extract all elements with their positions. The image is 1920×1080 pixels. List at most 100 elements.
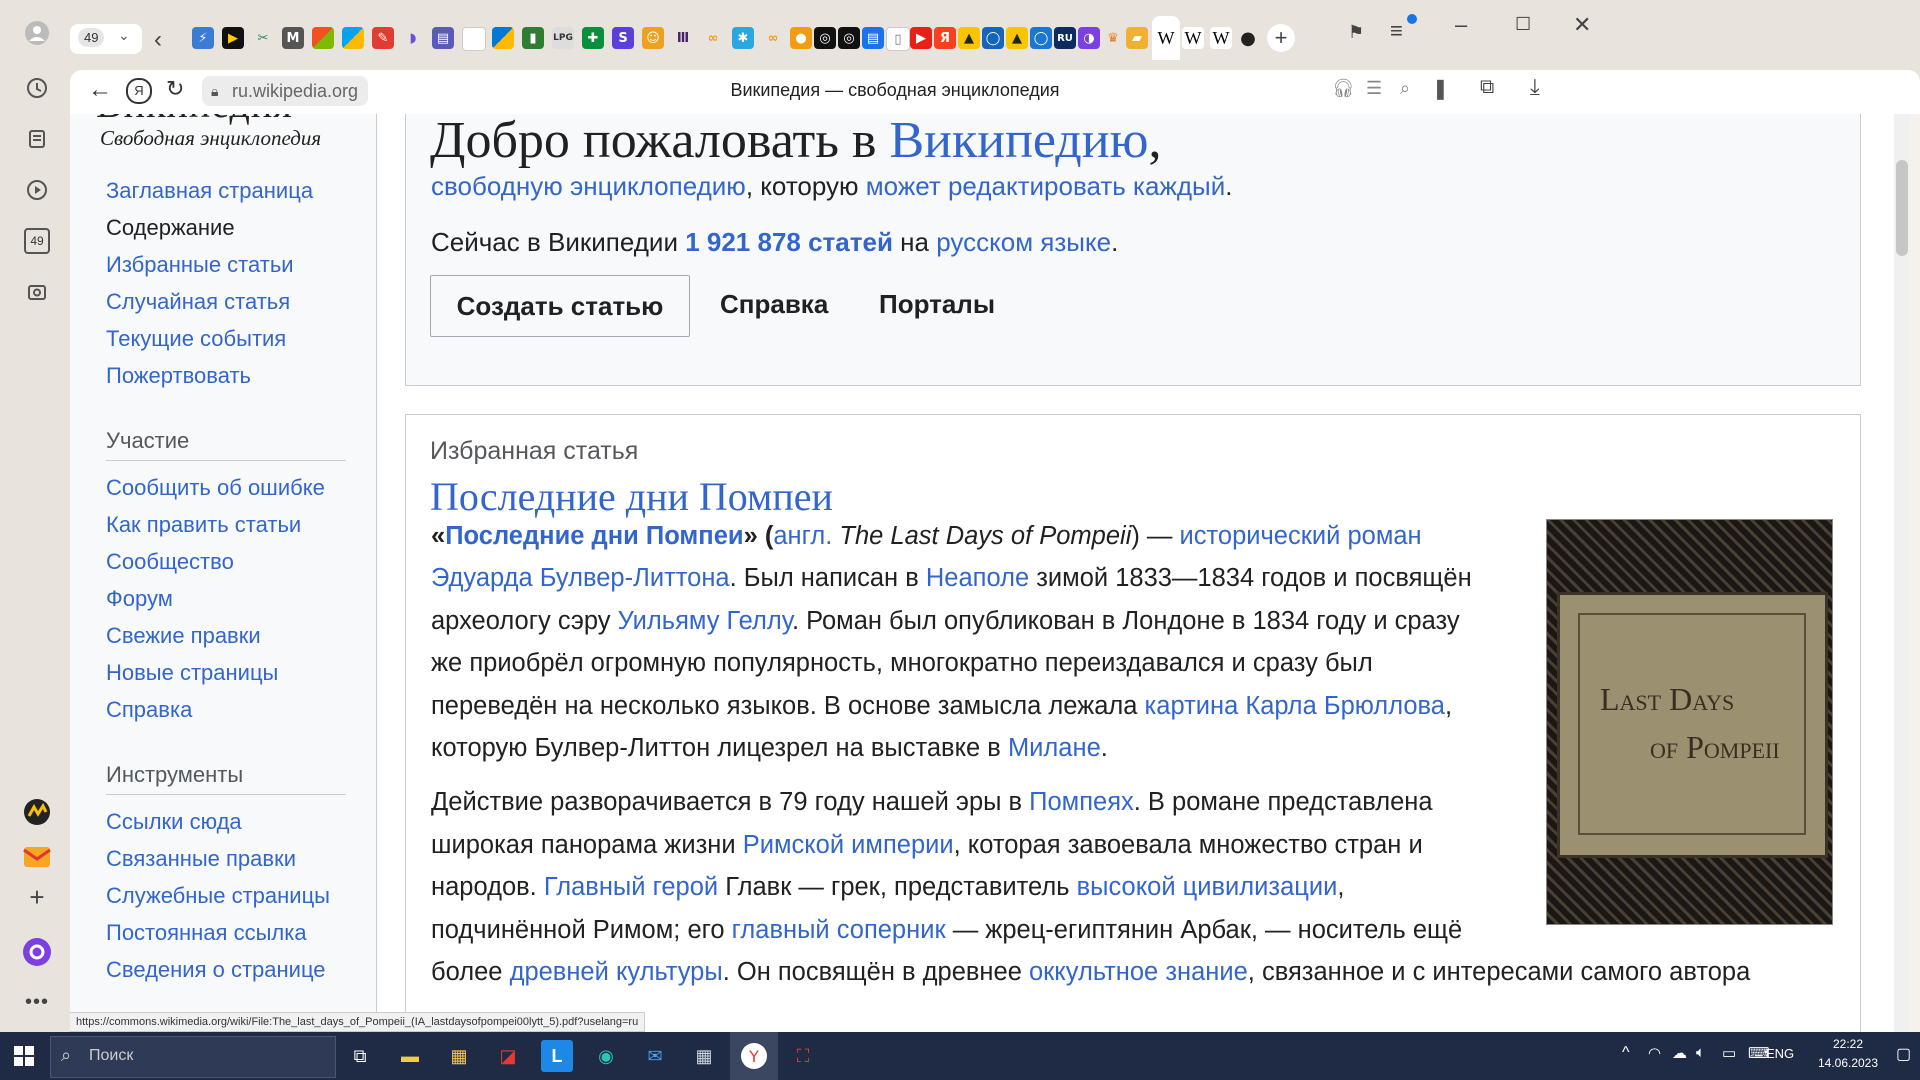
article-title-link[interactable]: Последние дни Помпеи <box>445 522 743 550</box>
history-icon[interactable] <box>22 73 52 103</box>
wikipedia-favicon[interactable]: W <box>1182 27 1204 49</box>
clock-time[interactable]: 22:22 <box>1808 1037 1888 1051</box>
tab-favicon[interactable]: ∞ <box>702 27 724 49</box>
tab-favicon[interactable] <box>312 27 334 49</box>
nav-contents[interactable]: Содержание <box>106 215 235 241</box>
featured-title-link[interactable]: Последние дни Помпеи <box>430 473 833 520</box>
russian-language-link[interactable]: русском языке <box>936 227 1111 257</box>
new-tab-button[interactable]: + <box>1267 24 1295 52</box>
nav-recent-changes[interactable]: Свежие правки <box>106 623 261 649</box>
wifi-icon[interactable]: ◠ <box>1648 1044 1661 1062</box>
tab-favicon[interactable]: ▮ <box>522 27 544 49</box>
tab-favicon[interactable]: M <box>282 27 304 49</box>
nav-report-error[interactable]: Сообщить об ошибке <box>106 475 325 501</box>
github-favicon[interactable]: ● <box>1237 27 1259 49</box>
bryullov-painting-link[interactable]: картина Карла Брюллова <box>1145 692 1445 720</box>
nav-forum[interactable]: Форум <box>106 586 173 612</box>
nav-current-events[interactable]: Текущие события <box>106 326 286 352</box>
download-icon[interactable]: ⤓ <box>1530 74 1540 100</box>
tab-favicon[interactable]: ◯ <box>1030 27 1052 49</box>
collections-icon[interactable] <box>22 124 52 154</box>
media-play-icon[interactable] <box>22 175 52 205</box>
scrollbar-thumb[interactable] <box>1896 160 1908 256</box>
english-link[interactable]: англ. <box>773 522 832 550</box>
calculator-icon[interactable]: ▦ <box>688 1040 720 1072</box>
store-icon[interactable]: ▦ <box>443 1040 475 1072</box>
maximize-icon[interactable]: ☐ <box>1515 14 1531 35</box>
tab-favicon[interactable]: LPG <box>552 27 574 49</box>
bookmark-icon[interactable]: ❚ <box>1432 76 1449 101</box>
mail-icon[interactable] <box>22 842 52 872</box>
tab-favicon[interactable]: ▤ <box>432 27 454 49</box>
wikipedia-favicon[interactable]: W <box>1155 27 1177 49</box>
tab-favicon[interactable]: ◎ <box>814 27 836 49</box>
tab-favicon[interactable]: ✚ <box>582 27 604 49</box>
wikipedia-favicon[interactable]: W <box>1210 27 1232 49</box>
nav-random[interactable]: Случайная статья <box>106 289 290 315</box>
author-link[interactable]: Эдуарда Булвер-Литтона <box>431 564 730 592</box>
nav-main-page[interactable]: Заглавная страница <box>106 178 313 204</box>
free-encyclopedia-link[interactable]: свободную энциклопедию <box>431 171 746 201</box>
add-panel-icon[interactable]: + <box>22 882 52 912</box>
tab-favicon[interactable]: ▲ <box>958 27 980 49</box>
tab-favicon[interactable]: ⚡ <box>192 27 214 49</box>
tab-favicon[interactable]: ▲ <box>1006 27 1028 49</box>
clock-date[interactable]: 14.06.2023 <box>1808 1056 1888 1070</box>
language-indicator[interactable]: ENG <box>1766 1046 1794 1061</box>
portals-button[interactable]: Порталы <box>879 289 995 320</box>
yandex-browser-icon[interactable]: Y <box>738 1040 770 1072</box>
notifications-icon[interactable]: ▢ <box>1896 1044 1911 1064</box>
historical-novel-link[interactable]: исторический роман <box>1180 522 1422 550</box>
tab-favicon[interactable]: ▶ <box>910 27 932 49</box>
bookmark-tab-icon[interactable]: ⚑ <box>1348 22 1364 43</box>
high-civilization-link[interactable]: высокой цивилизации <box>1077 873 1338 901</box>
tab-favicon[interactable] <box>462 27 486 51</box>
tab-counter-button[interactable]: 49 ⌄ <box>70 24 142 54</box>
minimize-icon[interactable]: – <box>1455 12 1467 38</box>
nav-how-to-edit[interactable]: Как править статьи <box>106 512 301 538</box>
tab-favicon[interactable]: ▤ <box>862 27 884 49</box>
more-icon[interactable]: ••• <box>22 987 52 1017</box>
windows-start-icon[interactable] <box>8 1040 40 1072</box>
main-rival-link[interactable]: главный соперник <box>732 916 946 944</box>
tab-favicon[interactable]: ◗ <box>402 27 424 49</box>
tabs-count-icon[interactable]: 49 <box>22 226 52 256</box>
nav-page-info[interactable]: Сведения о странице <box>106 957 326 983</box>
help-button[interactable]: Справка <box>720 289 828 320</box>
book-cover-image[interactable]: Last Days of Pompeii <box>1546 519 1833 925</box>
alice-assistant-icon[interactable] <box>22 937 52 967</box>
tab-favicon[interactable]: ✱ <box>732 27 754 49</box>
pompeii-link[interactable]: Помпеях <box>1029 788 1134 816</box>
roman-empire-link[interactable]: Римской империи <box>743 831 954 859</box>
tab-favicon[interactable]: ▶ <box>222 27 244 49</box>
screenshot-icon[interactable] <box>22 277 52 307</box>
tab-favicon[interactable]: RU <box>1054 27 1076 49</box>
tab-favicon[interactable]: ♛ <box>1102 27 1124 49</box>
edge-icon[interactable]: ◉ <box>590 1040 622 1072</box>
tab-favicon[interactable]: ● <box>790 27 812 49</box>
nav-related-changes[interactable]: Связанные правки <box>106 846 296 872</box>
milan-link[interactable]: Милане <box>1008 734 1101 762</box>
volume-icon[interactable]: 🔈︎ <box>1696 1044 1705 1061</box>
menu-icon[interactable]: ≡ <box>1390 18 1403 44</box>
nav-help[interactable]: Справка <box>106 697 192 723</box>
headphones-icon[interactable]: 🎧︎ <box>1332 78 1355 99</box>
tab-favicon[interactable]: Я <box>934 27 956 49</box>
tab-favicon[interactable]: ◑ <box>1078 27 1100 49</box>
tab-favicon[interactable]: ∞ <box>762 27 784 49</box>
welcome-title-link[interactable]: Википедию <box>889 114 1148 169</box>
tab-favicon[interactable]: ✎ <box>372 27 394 49</box>
tab-favicon[interactable] <box>342 27 364 49</box>
tray-chevron-up-icon[interactable]: ^ <box>1622 1044 1630 1062</box>
translate-icon[interactable]: ⌕ <box>1400 78 1410 99</box>
occult-knowledge-link[interactable]: оккультное знание <box>1029 958 1248 986</box>
tab-favicon[interactable]: Ⅲ <box>672 27 694 49</box>
extensions-icon[interactable]: ⧉ <box>1480 76 1494 99</box>
article-count-link[interactable]: 1 921 878 статей <box>685 227 893 257</box>
tab-favicon[interactable]: ◯ <box>982 27 1004 49</box>
william-gell-link[interactable]: Уильяму Геллу <box>618 607 792 635</box>
tabs-back-icon[interactable]: ‹ <box>154 26 162 54</box>
create-article-button[interactable]: Создать статью <box>430 275 690 337</box>
protagonist-link[interactable]: Главный герой <box>544 873 718 901</box>
cloud-icon[interactable]: ☁ <box>1672 1044 1687 1062</box>
